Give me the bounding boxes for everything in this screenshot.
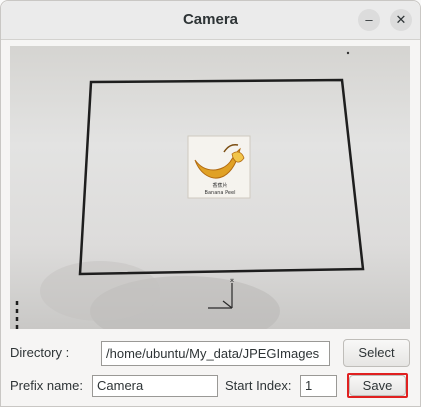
prefix-name-label: Prefix name:: [10, 378, 83, 393]
minimize-button[interactable]: –: [358, 9, 380, 31]
directory-field[interactable]: /home/ubuntu/My_data/JPEGImages: [101, 341, 330, 366]
close-icon: ✕: [395, 12, 407, 27]
select-button[interactable]: Select: [343, 339, 410, 367]
svg-text:⌅: ⌅: [229, 275, 236, 284]
directory-label: Directory :: [10, 345, 70, 360]
start-index-field[interactable]: 1: [300, 375, 337, 397]
camera-window: Camera – ✕ 香蕉片 Banana Peel ⌅ Directory:…: [0, 0, 421, 407]
save-button[interactable]: Save: [349, 375, 406, 396]
start-index-label: Start Index:: [225, 378, 292, 393]
prefix-name-field[interactable]: Camera: [92, 375, 218, 397]
close-button[interactable]: ✕: [390, 9, 412, 31]
photo-caption-bottom: Banana Peel: [205, 190, 236, 196]
title-bar: Camera – ✕: [1, 1, 420, 40]
photo-caption-top: 香蕉片: [212, 182, 227, 189]
camera-preview: 香蕉片 Banana Peel ⌅: [10, 46, 410, 329]
camera-feed-image: 香蕉片 Banana Peel ⌅: [15, 51, 365, 329]
minimize-icon: –: [365, 12, 373, 27]
